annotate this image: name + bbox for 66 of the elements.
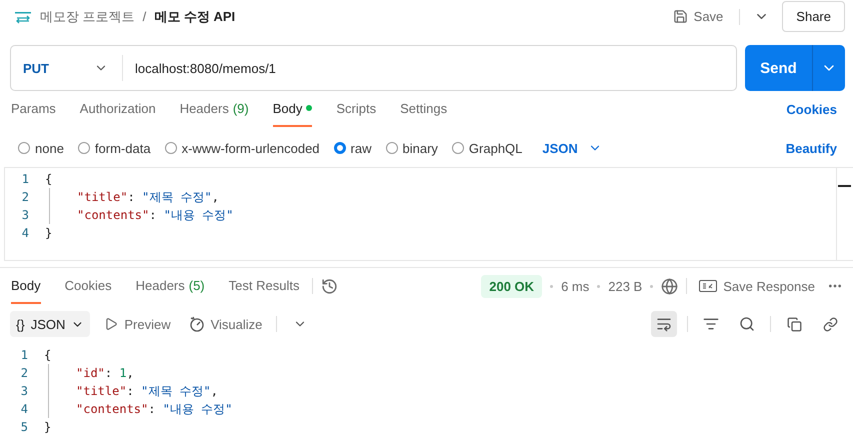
- response-tab[interactable]: Body: [11, 268, 41, 304]
- tab-count: (5): [188, 278, 205, 292]
- line-number: 4: [20, 402, 29, 416]
- line-number: 1: [20, 348, 29, 362]
- response-time: 6 ms: [561, 278, 590, 294]
- request-tab[interactable]: Settings: [400, 91, 448, 127]
- body-type-radio[interactable]: x-www-form-urlencoded: [164, 140, 320, 156]
- body-type-radio[interactable]: binary: [386, 140, 438, 156]
- response-tab[interactable]: Cookies: [64, 268, 112, 304]
- save-response-button[interactable]: Save Response: [695, 278, 819, 294]
- code-line: "contents": "내용 수정": [76, 400, 232, 418]
- request-body-editor[interactable]: 1 { 2 "title": "제목 수정", 3 "contents": "내용 수정" 4 }: [4, 167, 853, 261]
- format-dropdown[interactable]: JSON: [536, 140, 608, 156]
- line-number: 4: [20, 226, 30, 240]
- line-number: 2: [20, 190, 30, 204]
- request-tab[interactable]: Params: [11, 91, 56, 127]
- globe-icon[interactable]: [661, 278, 678, 294]
- body-type-radio[interactable]: GraphQL: [452, 140, 522, 156]
- wrap-lines-button[interactable]: [651, 311, 677, 337]
- copy-icon: [786, 316, 802, 332]
- code-line: }: [45, 226, 52, 240]
- line-number: 1: [20, 172, 30, 186]
- stopwatch-icon: [188, 316, 205, 332]
- request-title: 메모 수정 API: [154, 8, 236, 26]
- code-line: "title": "제목 수정",: [77, 188, 219, 206]
- breadcrumb-link[interactable]: 메모장 프로젝트: [40, 8, 135, 26]
- filter-icon: [703, 316, 719, 332]
- request-tab[interactable]: Body: [272, 91, 312, 127]
- response-tab[interactable]: Test Results: [228, 268, 300, 304]
- code-line: "id": 1,: [76, 366, 134, 380]
- code-line: "contents": "내용 수정": [77, 206, 234, 224]
- response-tab[interactable]: Headers (5): [136, 268, 205, 304]
- history-icon[interactable]: [321, 278, 338, 294]
- body-type-radio[interactable]: form-data: [78, 140, 151, 156]
- response-format-dropdown[interactable]: {} JSON: [10, 311, 90, 337]
- save-button[interactable]: Save: [664, 2, 732, 32]
- url-field[interactable]: localhost:8080/memos/1: [123, 60, 736, 76]
- body-type-radio[interactable]: raw: [334, 140, 372, 156]
- code-line: "title": "제목 수정",: [76, 382, 218, 400]
- request-tab[interactable]: Scripts: [336, 91, 376, 127]
- example-icon: [699, 280, 718, 292]
- code-line: }: [44, 420, 52, 434]
- arrows-icon: [14, 10, 32, 24]
- beautify-link[interactable]: Beautify: [780, 140, 843, 156]
- code-line: {: [45, 172, 52, 186]
- breadcrumb-separator: /: [142, 9, 146, 24]
- code-line: {: [44, 348, 52, 362]
- visualize-button[interactable]: Visualize: [184, 316, 266, 332]
- request-tab[interactable]: Headers (9): [180, 91, 249, 127]
- search-icon: [739, 316, 755, 332]
- request-tab[interactable]: Authorization: [80, 91, 156, 127]
- method-dropdown[interactable]: PUT: [11, 55, 123, 81]
- link-icon: [822, 316, 838, 332]
- cookies-link[interactable]: Cookies: [780, 91, 843, 127]
- status-badge: 200 OK: [481, 274, 542, 298]
- preview-button[interactable]: Preview: [100, 316, 175, 332]
- line-number: 2: [20, 366, 29, 380]
- line-number: 3: [20, 384, 29, 398]
- line-number: 3: [20, 208, 30, 222]
- line-number: 5: [20, 420, 29, 434]
- share-button[interactable]: Share: [782, 1, 845, 32]
- body-type-radio[interactable]: none: [18, 140, 64, 156]
- tab-count: (9): [232, 100, 249, 116]
- response-size: 223 B: [608, 278, 642, 294]
- play-icon: [104, 317, 118, 331]
- wrap-text-icon: [656, 316, 672, 332]
